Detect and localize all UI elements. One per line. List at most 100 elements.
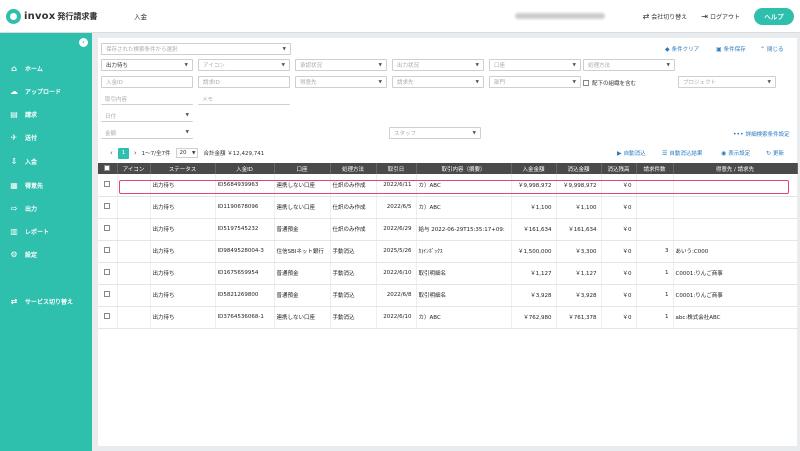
table-cell: 出力待ち bbox=[150, 218, 216, 241]
column-header[interactable]: 入金金額 bbox=[511, 163, 557, 174]
sidebar-item-label: 得意先 bbox=[25, 182, 44, 190]
output-status-select[interactable]: 出力状況 ▼ bbox=[392, 59, 484, 71]
column-header[interactable]: ステータス bbox=[150, 163, 216, 174]
table-cell: 取引明細名 bbox=[416, 262, 512, 285]
table-row[interactable]: 出力待ち ID5197545232 普通預金 仕訳のみ作成 2022/6/29 給与 20… bbox=[98, 218, 798, 241]
department-select[interactable]: 部門 ▼ bbox=[489, 76, 581, 88]
row-checkbox[interactable] bbox=[98, 284, 118, 307]
table-cell: 住信SBIネット銀行 bbox=[274, 240, 331, 263]
row-checkbox[interactable] bbox=[98, 240, 118, 263]
customer-select[interactable]: 得意先 ▼ bbox=[295, 76, 387, 88]
saved-search-select[interactable]: 保存された検索条件から選択 ▼ bbox=[101, 43, 291, 55]
chevron-down-icon: ▼ bbox=[281, 63, 285, 68]
row-checkbox[interactable] bbox=[98, 218, 118, 241]
approval-select[interactable]: 承認状況 ▼ bbox=[295, 59, 387, 71]
checkbox-icon bbox=[104, 313, 111, 319]
table-row[interactable]: 出力待ち ID5821269800 普通預金 手動消込 2022/6/8 取引明細名 ￥3,… bbox=[98, 284, 798, 307]
table-cell: ￥1,100 bbox=[511, 196, 557, 219]
transaction-input[interactable]: 取引内容 bbox=[101, 93, 193, 105]
logo-text: invox bbox=[24, 10, 56, 22]
close-filters-link[interactable]: ⌃ 閉じる bbox=[760, 45, 784, 54]
billing-select[interactable]: 請求先 ▼ bbox=[392, 76, 484, 88]
table-cell: 普通預金 bbox=[274, 284, 331, 307]
column-header[interactable]: 口座 bbox=[274, 163, 331, 174]
sidebar-collapse-icon[interactable]: ‹ bbox=[79, 38, 88, 47]
column-header[interactable]: アイコン bbox=[117, 163, 151, 174]
table-cell: ￥0 bbox=[601, 262, 637, 285]
advanced-search-link[interactable]: ••• 詳細検索条件設定 bbox=[733, 130, 790, 139]
table-cell: 給与 2022-06-29T15:35:17+09: bbox=[416, 218, 512, 241]
staff-select[interactable]: スタッフ ▼ bbox=[389, 127, 481, 139]
chevron-down-icon: ▼ bbox=[378, 63, 382, 68]
sidebar-item-export[interactable]: ⇨ 出力 bbox=[0, 199, 92, 217]
logout-button[interactable]: ⇥ ログアウト bbox=[701, 12, 740, 21]
column-header[interactable]: 消込残高 bbox=[601, 163, 637, 174]
help-button[interactable]: ヘルプ bbox=[754, 7, 794, 25]
sidebar-item-customer[interactable]: ▦ 得意先 bbox=[0, 176, 92, 194]
switch-company-button[interactable]: ⇄ 会社切り替え bbox=[643, 12, 688, 21]
auto-clear-button[interactable]: ▶ 自動消込 bbox=[617, 149, 646, 158]
table-row[interactable]: 出力待ち ID5684939963 連携しない口座 仕訳のみ作成 2022/6/11 カ）… bbox=[98, 174, 798, 197]
deposit-id-input[interactable]: 入金ID bbox=[101, 76, 193, 88]
prev-page-icon[interactable]: ‹ bbox=[110, 149, 113, 157]
save-conditions-link[interactable]: ▣ 条件保存 bbox=[716, 45, 746, 54]
table-cell: 出力待ち bbox=[150, 262, 216, 285]
sidebar-item-home[interactable]: ⌂ ホーム bbox=[0, 59, 92, 77]
column-header[interactable]: 得意先 / 請求先 bbox=[673, 163, 798, 174]
list-icon: ☰ bbox=[662, 149, 668, 157]
sidebar: ‹ ⌂ ホーム ☁ アップロード ▤ 請求 ✈ 送付 ⇩ 入金 ▦ 得意先 ⇨ 出力 ▥ レポート ⚙ 設定 ⇄ … bbox=[0, 33, 92, 451]
main-panel: 保存された検索条件から選択 ▼ ◆ 条件クリア ▣ 条件保存 ⌃ 閉じる 出力待ち ▼ ア… bbox=[98, 38, 798, 446]
sidebar-item-upload[interactable]: ☁ アップロード bbox=[0, 82, 92, 100]
display-settings-button[interactable]: ◉ 表示設定 bbox=[721, 149, 750, 158]
save-icon: ▣ bbox=[716, 45, 722, 53]
column-header[interactable]: 入金ID bbox=[215, 163, 275, 174]
sidebar-item-gear[interactable]: ⚙ 設定 bbox=[0, 245, 92, 263]
row-checkbox[interactable] bbox=[98, 306, 118, 329]
date-select[interactable]: 日付 ▼ bbox=[101, 110, 193, 122]
per-page-select[interactable]: 20 ▼ bbox=[176, 148, 199, 158]
row-checkbox[interactable] bbox=[98, 262, 118, 285]
sidebar-item-send[interactable]: ✈ 送付 bbox=[0, 128, 92, 146]
row-checkbox[interactable] bbox=[98, 196, 118, 219]
sidebar-item-service-switch[interactable]: ⇄ サービス切り替え bbox=[0, 292, 92, 310]
sidebar-item-deposit[interactable]: ⇩ 入金 bbox=[0, 152, 92, 170]
column-header[interactable]: 請求件数 bbox=[636, 163, 674, 174]
app-logo[interactable]: invox 発行請求書 bbox=[6, 8, 118, 24]
icon-select[interactable]: アイコン ▼ bbox=[198, 59, 290, 71]
row-checkbox[interactable] bbox=[98, 174, 118, 197]
table-row[interactable]: 出力待ち ID9849528004-3 住信SBIネット銀行 手動消込 2025/5/2… bbox=[98, 240, 798, 263]
table-row[interactable]: 出力待ち ID1190678096 連携しない口座 仕訳のみ作成 2022/6/5 カ）A… bbox=[98, 196, 798, 219]
table-cell: 手動消込 bbox=[330, 284, 377, 307]
invoice-id-input[interactable]: 請求ID bbox=[198, 76, 290, 88]
project-select[interactable]: プロジェクト ▼ bbox=[678, 76, 776, 88]
select-all-checkbox[interactable] bbox=[98, 163, 118, 174]
status-select[interactable]: 出力待ち ▼ bbox=[101, 59, 193, 71]
column-header[interactable]: 取引内容（摘要） bbox=[416, 163, 512, 174]
process-method-select[interactable]: 処理方法 ▼ bbox=[583, 59, 675, 71]
auto-clear-result-button[interactable]: ☰ 自動消込結果 bbox=[662, 149, 702, 158]
report-icon: ▥ bbox=[10, 226, 18, 236]
refresh-button[interactable]: ↻ 更新 bbox=[766, 149, 784, 158]
logo-subtitle: 発行請求書 bbox=[57, 11, 98, 21]
checkbox-icon bbox=[104, 203, 111, 209]
column-header[interactable]: 取引日 bbox=[376, 163, 417, 174]
amount-select[interactable]: 金額 ▼ bbox=[101, 127, 193, 139]
memo-input[interactable]: メモ bbox=[198, 93, 290, 105]
next-page-icon[interactable]: › bbox=[134, 149, 137, 157]
table-cell: ￥1,100 bbox=[556, 196, 602, 219]
table-cell: 仕訳のみ作成 bbox=[330, 196, 377, 219]
sidebar-item-invoice[interactable]: ▤ 請求 bbox=[0, 105, 92, 123]
include-sub-org-checkbox[interactable]: 配下の組織を含む bbox=[583, 79, 636, 87]
current-page[interactable]: 1 bbox=[117, 147, 129, 159]
table-row[interactable]: 出力待ち ID3764536068-1 連携しない口座 手動消込 2022/6/10 カ）… bbox=[98, 306, 798, 329]
table-cell bbox=[117, 306, 151, 329]
sidebar-item-report[interactable]: ▥ レポート bbox=[0, 222, 92, 240]
column-header[interactable]: 消込金額 bbox=[556, 163, 602, 174]
table-cell: 仕訳のみ作成 bbox=[330, 174, 377, 197]
account-select[interactable]: 口座 ▼ bbox=[489, 59, 581, 71]
deposit-icon: ⇩ bbox=[10, 156, 18, 166]
clear-conditions-link[interactable]: ◆ 条件クリア bbox=[665, 45, 699, 54]
table-cell: ￥161,634 bbox=[556, 218, 602, 241]
column-header[interactable]: 処理方法 bbox=[330, 163, 377, 174]
table-row[interactable]: 出力待ち ID1675659954 普通預金 手動消込 2022/6/10 取引明細名 ￥1… bbox=[98, 262, 798, 285]
